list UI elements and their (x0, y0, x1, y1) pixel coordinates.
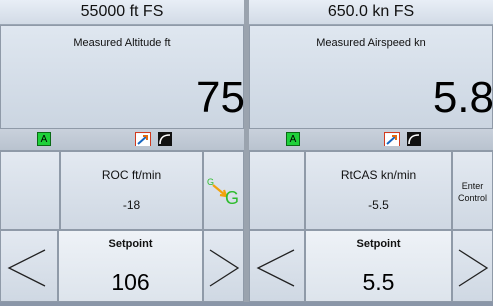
trend-graph-icon[interactable] (384, 132, 400, 146)
rate-of-cas-value: -5.5 (368, 198, 389, 212)
measured-altitude-value: 75 (196, 73, 245, 122)
airspeed-setpoint-value: 5.5 (362, 269, 395, 295)
altitude-decrease-button[interactable] (0, 230, 58, 302)
altitude-rate-row: ROC ft/min -18 G G (0, 151, 244, 230)
measured-airspeed-display: Measured Airspeed kn 5.8 (249, 25, 493, 129)
airspeed-decrease-button[interactable] (249, 230, 305, 302)
measured-altitude-display: Measured Altitude ft 75 (0, 25, 245, 129)
altitude-setpoint-value: 106 (111, 269, 150, 295)
rate-of-cas-cell[interactable]: RtCAS kn/min -5.5 (305, 151, 452, 230)
enter-control-button[interactable]: Enter Control (452, 151, 493, 230)
airspeed-panel: 650.0 kn FS Measured Airspeed kn 5.8 A R… (249, 0, 493, 302)
rate-of-climb-cell[interactable]: ROC ft/min -18 (60, 151, 203, 230)
airspeed-status-bar: A (249, 129, 493, 151)
chevron-right-icon (458, 249, 489, 287)
airspeed-rate-left-blank[interactable] (249, 151, 305, 230)
curve-icon (408, 134, 420, 145)
measured-airspeed-value: 5.8 (432, 73, 493, 122)
altitude-status-bar: A (0, 129, 244, 151)
response-curve-icon[interactable] (158, 132, 172, 146)
airspeed-fullscale-header: 650.0 kn FS (249, 0, 493, 25)
g-mode-button[interactable]: G G (203, 151, 244, 230)
altitude-setpoint-label: Setpoint (108, 238, 153, 250)
rate-of-climb-label: ROC ft/min (101, 168, 162, 182)
measured-altitude-title: Measured Altitude ft (73, 37, 171, 49)
trend-arrow-icon (385, 134, 399, 146)
enter-label: Enter (461, 181, 484, 191)
airspeed-rate-row: RtCAS kn/min -5.5 Enter Control (249, 151, 493, 230)
altitude-rate-left-blank[interactable] (0, 151, 60, 230)
auto-mode-indicator: A (286, 132, 300, 146)
enter-control-label: Enter Control (453, 180, 492, 204)
chevron-left-icon (7, 249, 46, 287)
trend-arrow-icon (136, 134, 150, 146)
airspeed-increase-button[interactable] (452, 230, 493, 302)
chevron-left-icon (256, 249, 295, 287)
altitude-setpoint-row: Setpoint 106 (0, 230, 244, 302)
airspeed-setpoint-label: Setpoint (356, 238, 401, 250)
measured-airspeed-title: Measured Airspeed kn (316, 37, 426, 49)
auto-mode-indicator: A (37, 132, 51, 146)
altitude-setpoint-cell[interactable]: Setpoint 106 (58, 230, 203, 302)
chevron-right-icon (209, 249, 240, 287)
trend-graph-icon[interactable] (135, 132, 151, 146)
altitude-increase-button[interactable] (203, 230, 244, 302)
control-label: Control (457, 193, 487, 203)
curve-icon (159, 134, 171, 145)
airspeed-setpoint-row: Setpoint 5.5 (249, 230, 493, 302)
airspeed-setpoint-cell[interactable]: Setpoint 5.5 (305, 230, 452, 302)
rate-of-cas-label: RtCAS kn/min (340, 168, 417, 182)
altitude-fullscale-header: 55000 ft FS (0, 0, 244, 25)
g-large-icon: G (225, 188, 240, 208)
altitude-panel: 55000 ft FS Measured Altitude ft 75 A RO… (0, 0, 245, 302)
response-curve-icon[interactable] (407, 132, 421, 146)
rate-of-climb-value: -18 (122, 198, 141, 212)
